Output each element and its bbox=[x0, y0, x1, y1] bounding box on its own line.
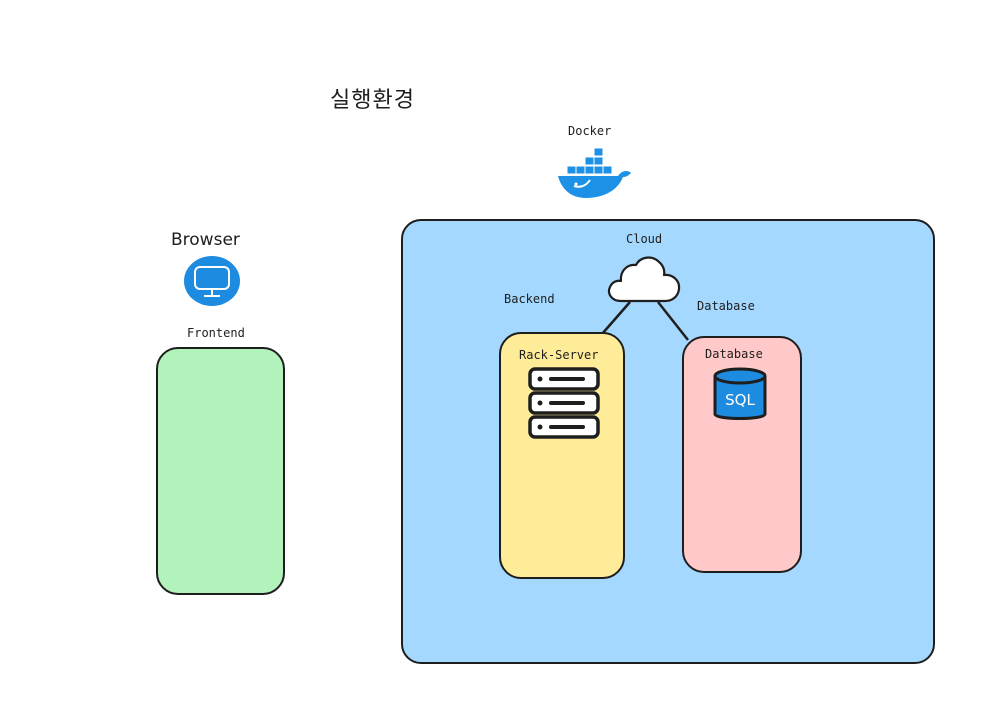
sql-icon-text: SQL bbox=[725, 391, 755, 409]
connector-lines bbox=[601, 301, 689, 341]
cloud-database-connector bbox=[657, 301, 689, 341]
cloud-backend-connector bbox=[601, 301, 631, 335]
cloud-icon bbox=[607, 256, 681, 303]
backend-label: Backend bbox=[504, 292, 555, 306]
database-inner-label: Database bbox=[705, 347, 763, 361]
database-outer-label: Database bbox=[697, 299, 755, 313]
sql-database-icon: SQL bbox=[713, 367, 767, 420]
cloud-label: Cloud bbox=[626, 232, 663, 246]
server-rack-icon bbox=[528, 367, 600, 439]
rack-server-label: Rack-Server bbox=[519, 348, 599, 362]
